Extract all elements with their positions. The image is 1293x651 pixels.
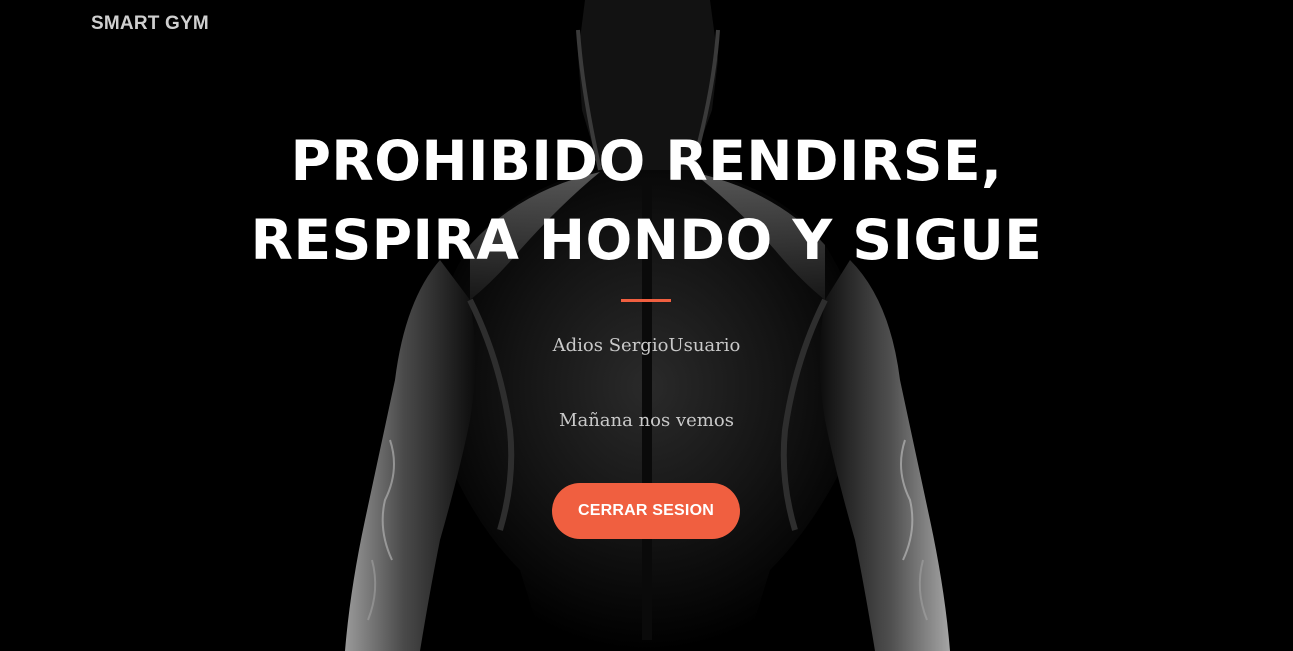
logout-button[interactable]: CERRAR SESION: [552, 483, 740, 539]
see-you-message: Mañana nos vemos: [559, 410, 734, 431]
hero-heading-line-2: RESPIRA HONDO Y SIGUE: [250, 208, 1043, 272]
farewell-message: Adios SergioUsuario: [552, 335, 741, 356]
muscular-man-background-image: [0, 0, 1293, 651]
brand-logo-link[interactable]: SMART GYM: [91, 13, 209, 35]
hero-section: SMART GYM PROHIBIDO RENDIRSE, RESPIRA HO…: [0, 0, 1293, 651]
hero-heading-line-1: PROHIBIDO RENDIRSE,: [290, 129, 1003, 193]
hero-heading: PROHIBIDO RENDIRSE, RESPIRA HONDO Y SIGU…: [0, 122, 1293, 280]
heading-divider: [621, 299, 671, 302]
